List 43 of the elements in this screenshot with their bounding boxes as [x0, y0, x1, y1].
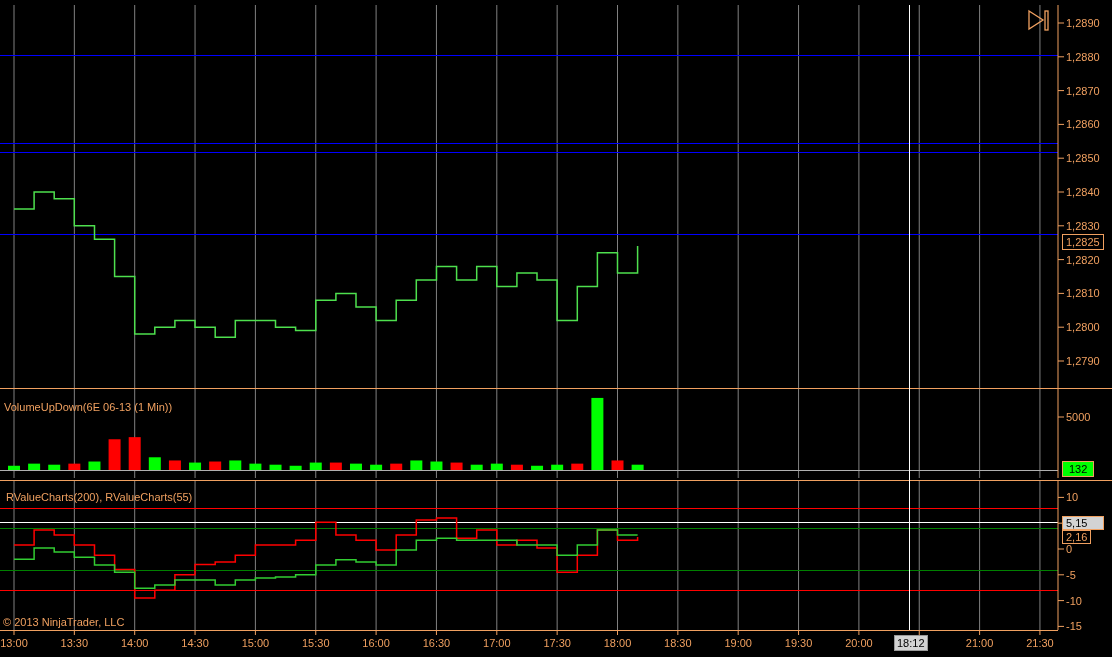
- axis-tick-label: 1,2850: [1066, 152, 1100, 165]
- axis-tick-label: 10: [1066, 491, 1079, 504]
- axis-tick-label: 1,2800: [1066, 321, 1100, 334]
- axis-tick-label: 5000: [1066, 411, 1091, 423]
- axis-tick-label: 1,2880: [1066, 50, 1100, 63]
- time-label: 21:00: [965, 637, 994, 649]
- time-label: 18:30: [664, 637, 692, 649]
- axis-tick-label: -10: [1066, 594, 1082, 607]
- scroll-to-end-icon[interactable]: [1028, 9, 1049, 31]
- time-label: 13:00: [0, 637, 28, 649]
- time-label: 18:00: [603, 637, 632, 649]
- axis-tick-label: 1,2830: [1066, 219, 1100, 232]
- axis-tick-label: 1,2810: [1066, 287, 1100, 300]
- axis-tick-label: -15: [1066, 620, 1082, 630]
- time-label: 17:00: [483, 637, 511, 649]
- axis-tick-label: -5: [1066, 568, 1076, 581]
- axis-tick-label: 1,2820: [1066, 253, 1100, 266]
- price-marker: 1,2825: [1062, 234, 1104, 250]
- cursor-time-label: 18:12: [894, 635, 928, 651]
- time-label: 14:30: [181, 637, 209, 649]
- time-label: 15:30: [302, 637, 330, 649]
- value-marker: 2,16: [1062, 530, 1092, 544]
- time-label: 16:30: [422, 637, 451, 649]
- time-label: 19:00: [724, 637, 752, 649]
- volume-marker: 132: [1062, 461, 1095, 477]
- indicator-title: VolumeUpDown(6E 06-13 (1 Min)): [4, 400, 173, 415]
- axis-tick-label: 1,2870: [1066, 84, 1100, 97]
- time-label: 14:00: [120, 637, 149, 649]
- axis-tick-label: 1,2890: [1066, 17, 1100, 29]
- time-label: 21:30: [1026, 637, 1054, 649]
- axis-tick-label: 1,2840: [1066, 186, 1100, 198]
- indicator-title: RValueCharts(200), RValueCharts(55): [6, 490, 193, 505]
- value-marker: 5,15: [1062, 516, 1105, 530]
- time-label: 15:00: [241, 637, 270, 649]
- time-label: 17:30: [543, 637, 571, 649]
- time-label: 16:00: [362, 637, 390, 649]
- axis-tick-label: 1,2790: [1066, 355, 1100, 367]
- time-label: 19:30: [784, 637, 813, 649]
- axis-tick-label: 0: [1066, 543, 1073, 555]
- copyright-text: © 2013 NinjaTrader, LLC: [3, 615, 125, 630]
- axis-tick-label: 1,2860: [1066, 118, 1100, 131]
- time-label: 13:30: [60, 637, 89, 649]
- time-label: 20:00: [845, 637, 873, 649]
